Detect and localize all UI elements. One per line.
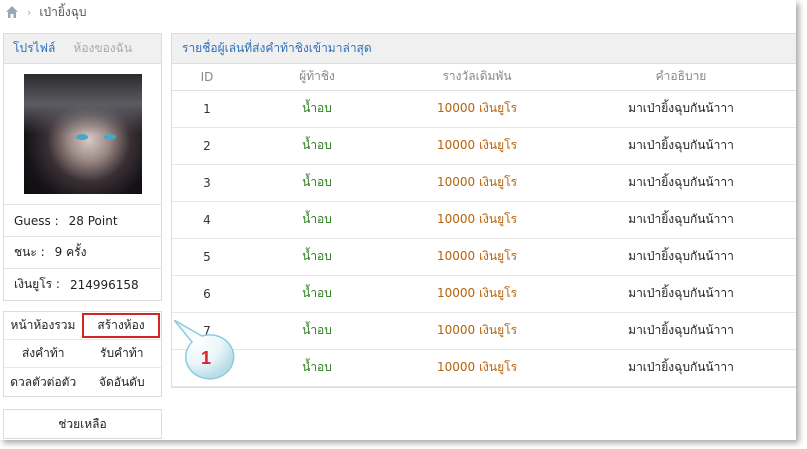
cell-description: มาเป่ายิ้งฉุบกันน้าาา [562,201,796,239]
cell-reward: 10000 เงินยูโร [392,164,562,202]
menu-lobby[interactable]: หน้าห้องรวม [4,312,82,339]
menu-row: ดวลตัวต่อตัว จัดอันดับ [4,368,161,396]
column-header-challenger: ผู้ท้าชิง [242,64,392,91]
cell-challenger: น้ำอบ [242,275,392,313]
callout-marker: 1 [174,320,235,380]
app-frame: › เป่ายิ้งฉุบ โปรไฟล์ ห้องของฉัน Guess :… [0,0,796,440]
chevron-right-icon: › [27,5,32,19]
stat-euro: เงินยูโร : 214996158 [4,268,161,300]
cell-challenger: น้ำอบ [242,127,392,165]
cell-id: 5 [172,238,242,276]
stat-label: Guess : [14,213,59,228]
cell-id: 4 [172,201,242,239]
stat-wins: ชนะ : 9 ครั้ง [4,236,161,268]
menu-send-challenge[interactable]: ส่งคำท้า [4,340,83,367]
avatar [23,74,142,194]
cell-description: มาเป่ายิ้งฉุบกันน้าาา [562,312,796,350]
cell-reward: 10000 เงินยูโร [392,349,562,387]
cell-description: มาเป่ายิ้งฉุบกันน้าาา [562,90,796,128]
cell-challenger: น้ำอบ [242,312,392,350]
cell-id: 3 [172,164,242,202]
cell-id: 2 [172,127,242,165]
cell-id: 1 [172,90,242,128]
home-icon[interactable] [5,5,19,19]
game-menu: หน้าห้องรวม สร้างห้อง ส่งคำท้า รับคำท้า … [3,311,162,397]
cell-id: 6 [172,275,242,313]
column-header-reward: รางวัลเดิมพัน [392,64,562,91]
table-row[interactable]: 2 น้ำอบ 10000 เงินยูโร มาเป่ายิ้งฉุบกันน้าา… [172,127,796,165]
cell-reward: 10000 เงินยูโร [392,90,562,128]
table-header-row: ID ผู้ท้าชิง รางวัลเดิมพัน คำอธิบาย [172,64,796,91]
cell-description: มาเป่ายิ้งฉุบกันน้าาา [562,275,796,313]
breadcrumb-current: เป่ายิ้งฉุบ [39,4,87,19]
menu-row: ส่งคำท้า รับคำท้า [4,340,161,368]
stat-guess: Guess : 28 Point [4,204,161,236]
cell-challenger: น้ำอบ [242,238,392,276]
help-button[interactable]: ช่วยเหลือ [3,409,162,439]
cell-description: มาเป่ายิ้งฉุบกันน้าาา [562,349,796,387]
column-header-id: ID [172,64,242,91]
table-row[interactable]: 1 น้ำอบ 10000 เงินยูโร มาเป่ายิ้งฉุบกันน้าา… [172,90,796,128]
column-header-description: คำอธิบาย [562,64,796,91]
cell-challenger: น้ำอบ [242,201,392,239]
menu-duel[interactable]: ดวลตัวต่อตัว [4,368,83,396]
tab-profile[interactable]: โปรไฟล์ [4,39,64,58]
table-row[interactable]: 3 น้ำอบ 10000 เงินยูโร มาเป่ายิ้งฉุบกันน้าา… [172,164,796,202]
table-row[interactable]: 4 น้ำอบ 10000 เงินยูโร มาเป่ายิ้งฉุบกันน้าา… [172,201,796,239]
table-row[interactable]: 7 น้ำอบ 10000 เงินยูโร มาเป่ายิ้งฉุบกันน้าา… [172,312,796,350]
cell-description: มาเป่ายิ้งฉุบกันน้าาา [562,127,796,165]
breadcrumb: › เป่ายิ้งฉุบ [0,0,796,24]
stat-value: 9 ครั้ง [54,245,87,259]
challenge-list-panel: รายชื่อผู้เล่นที่ส่งคำท้าชิงเข้ามาล่าสุด… [171,33,796,388]
stat-value: 214996158 [69,277,139,292]
menu-ranking[interactable]: จัดอันดับ [83,368,162,396]
profile-panel: โปรไฟล์ ห้องของฉัน Guess : 28 Point ชนะ … [3,33,162,301]
menu-create-room[interactable]: สร้างห้อง [81,313,160,338]
challenge-table: ID ผู้ท้าชิง รางวัลเดิมพัน คำอธิบาย 1 น้ำ… [172,64,796,387]
cell-reward: 10000 เงินยูโร [392,275,562,313]
table-row[interactable]: 6 น้ำอบ 10000 เงินยูโร มาเป่ายิ้งฉุบกันน้าา… [172,275,796,313]
stat-label: เงินยูโร : [14,277,60,291]
profile-tabs: โปรไฟล์ ห้องของฉัน [4,34,161,64]
stat-label: ชนะ : [14,245,45,259]
menu-row: หน้าห้องรวม สร้างห้อง [4,312,161,340]
cell-reward: 10000 เงินยูโร [392,201,562,239]
callout-number: 1 [201,348,211,368]
sidebar: โปรไฟล์ ห้องของฉัน Guess : 28 Point ชนะ … [3,33,162,439]
cell-reward: 10000 เงินยูโร [392,312,562,350]
cell-description: มาเป่ายิ้งฉุบกันน้าาา [562,164,796,202]
cell-description: มาเป่ายิ้งฉุบกันน้าาา [562,238,796,276]
menu-receive-challenge[interactable]: รับคำท้า [83,340,162,367]
cell-challenger: น้ำอบ [242,164,392,202]
cell-reward: 10000 เงินยูโร [392,127,562,165]
stat-value: 28 Point [68,213,118,228]
cell-challenger: น้ำอบ [242,90,392,128]
table-row[interactable]: 8น้ำอบ10000 เงินยูโรมาเป่ายิ้งฉุบกันน้าา… [172,349,796,387]
cell-challenger: น้ำอบ [242,349,392,387]
panel-title: รายชื่อผู้เล่นที่ส่งคำท้าชิงเข้ามาล่าสุด [172,34,796,64]
table-row[interactable]: 5 น้ำอบ 10000 เงินยูโร มาเป่ายิ้งฉุบกันน้าา… [172,238,796,276]
tab-my-room[interactable]: ห้องของฉัน [64,39,141,58]
cell-reward: 10000 เงินยูโร [392,238,562,276]
